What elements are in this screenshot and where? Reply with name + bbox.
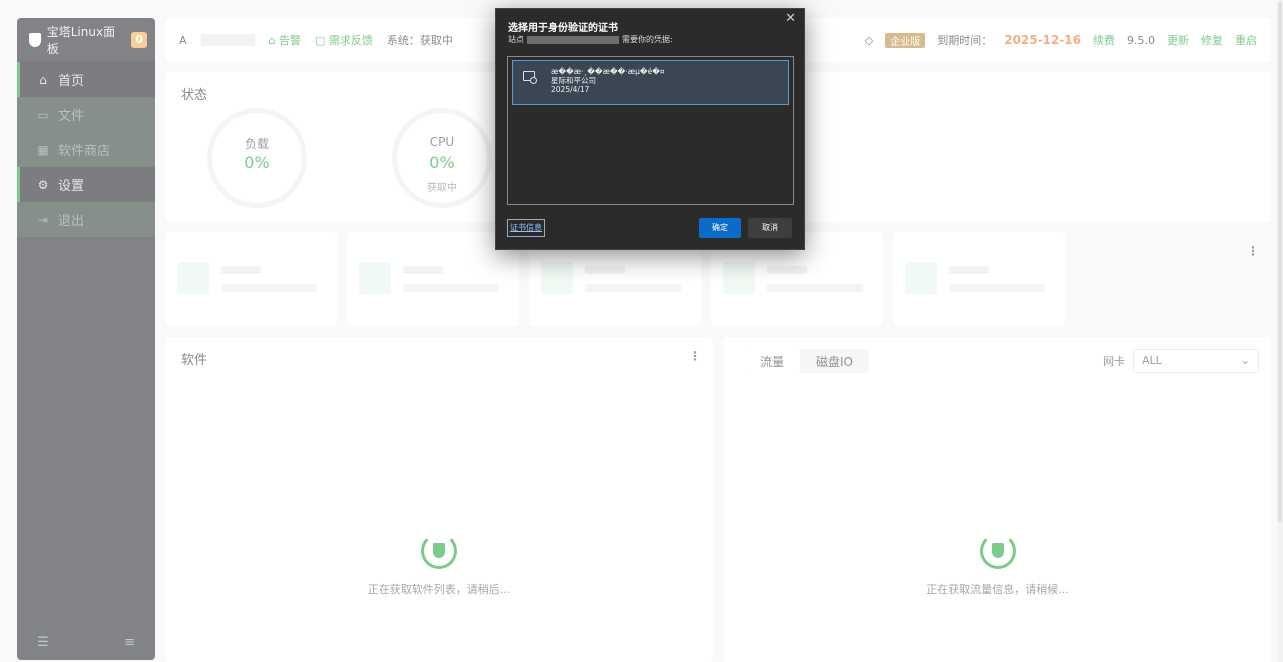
cancel-button[interactable]: 取消 xyxy=(748,218,792,238)
certificate-dialog: ✕ 选择用于身份验证的证书 站点 需要你的凭据: æ��æ·¸��æ��·æµ�… xyxy=(495,8,805,250)
site-suffix: 需要你的凭据: xyxy=(622,35,673,44)
certificate-item[interactable]: æ��æ·¸��æ��·æµ�é�¤ 星际和平公司 2025/4/17 xyxy=(512,60,789,105)
close-icon[interactable]: ✕ xyxy=(785,11,796,26)
ok-button[interactable]: 确定 xyxy=(699,218,741,238)
certificate-icon xyxy=(523,71,537,84)
certificate-info-button[interactable]: 证书信息 xyxy=(507,219,545,237)
dialog-site-line: 站点 需要你的凭据: xyxy=(508,34,673,45)
certificate-list[interactable]: æ��æ·¸��æ��·æµ�é�¤ 星际和平公司 2025/4/17 xyxy=(507,56,794,205)
certificate-name: æ��æ·¸��æ��·æµ�é�¤ xyxy=(551,67,665,76)
certificate-date: 2025/4/17 xyxy=(551,85,590,94)
certificate-details: æ��æ·¸��æ��·æµ�é�¤ 星际和平公司 2025/4/17 xyxy=(551,67,665,94)
site-prefix: 站点 xyxy=(508,35,524,44)
site-redacted xyxy=(527,35,619,44)
dialog-title: 选择用于身份验证的证书 xyxy=(508,23,618,34)
certificate-issuer: 星际和平公司 xyxy=(551,76,596,85)
